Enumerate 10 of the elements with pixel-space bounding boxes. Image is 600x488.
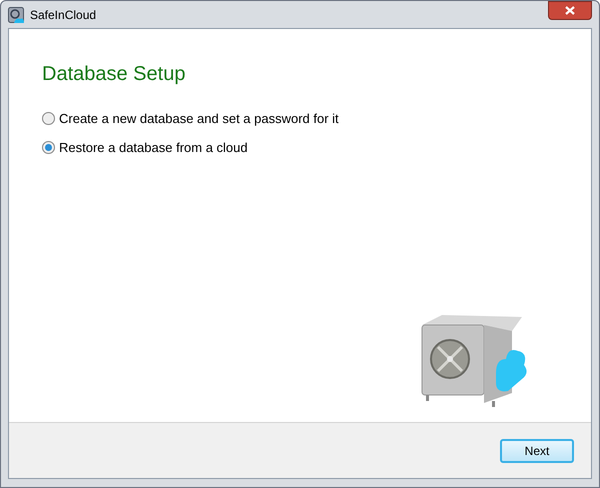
- radio-button[interactable]: [42, 140, 55, 154]
- window-title: SafeInCloud: [30, 6, 96, 24]
- app-icon: [8, 6, 24, 22]
- next-button[interactable]: Next: [500, 438, 574, 462]
- close-icon: [565, 6, 575, 15]
- close-button[interactable]: [548, 1, 592, 20]
- radio-option[interactable]: Restore a database from a cloud: [42, 138, 558, 157]
- radio-button[interactable]: [42, 112, 55, 126]
- page-heading: Database Setup: [42, 62, 186, 87]
- radio-option[interactable]: Create a new database and set a password for it: [42, 109, 558, 128]
